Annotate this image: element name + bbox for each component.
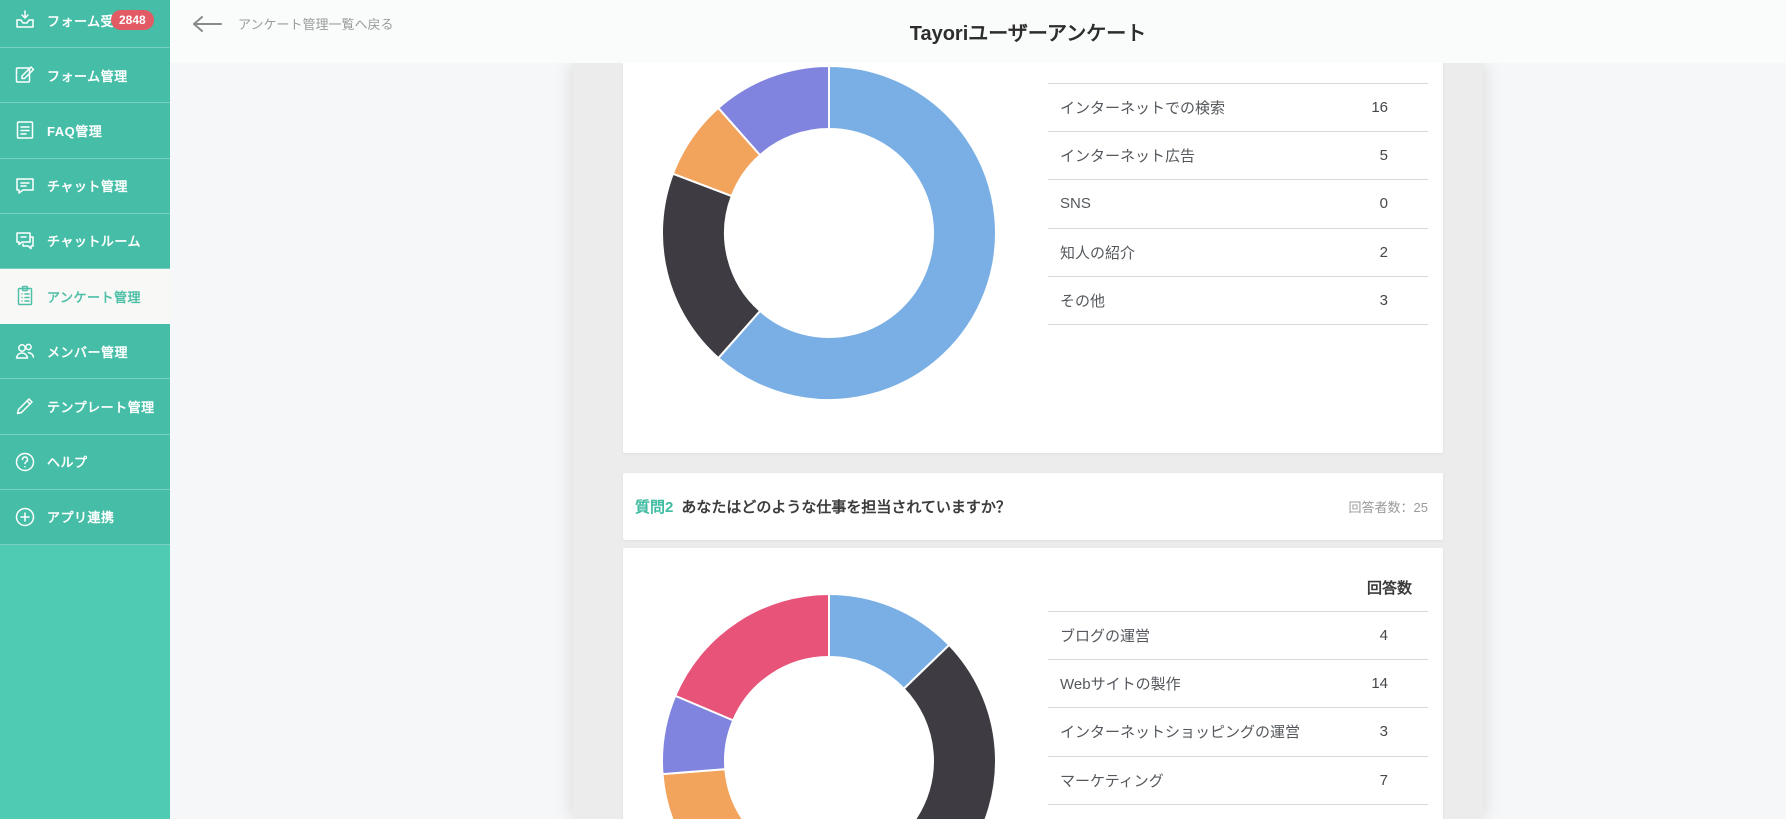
donut-chart-q2[interactable] xyxy=(661,593,997,819)
sidebar-item-label: テンプレート管理 xyxy=(47,397,155,416)
back-button[interactable]: アンケート管理一覧へ戻る xyxy=(192,14,393,33)
table-row-label: SNS xyxy=(1048,195,1366,212)
table-row: SNS0 xyxy=(1048,180,1428,228)
sidebar-item-chat-manage[interactable]: チャット管理 xyxy=(0,159,170,214)
sidebar-item-label: チャット管理 xyxy=(47,176,128,195)
back-label: アンケート管理一覧へ戻る xyxy=(238,14,393,33)
table-row-label: マーケティング xyxy=(1048,770,1366,791)
members-icon xyxy=(13,339,37,363)
table-row-label: インターネットでの検索 xyxy=(1048,97,1366,118)
card-question1-results: インターネットでの検索16インターネット広告5SNS0知人の紹介2その他3 xyxy=(623,63,1443,453)
clipboard-icon xyxy=(13,284,37,308)
table-row-value: 0 xyxy=(1366,195,1428,212)
survey-panel: インターネットでの検索16インターネット広告5SNS0知人の紹介2その他3 質問… xyxy=(573,63,1483,819)
table-row: マーケティング7 xyxy=(1048,757,1428,805)
table-row-value: 7 xyxy=(1366,772,1428,789)
sidebar-item-label: チャットルーム xyxy=(47,231,141,250)
answers-table-q1: インターネットでの検索16インターネット広告5SNS0知人の紹介2その他3 xyxy=(1048,83,1428,325)
table-row: その他3 xyxy=(1048,277,1428,325)
back-arrow-icon xyxy=(192,15,222,33)
chat-rooms-icon xyxy=(13,229,37,253)
answers-table-q2: 回答数 ブログの運営4Webサイトの製作14インターネットショッピングの運営3マ… xyxy=(1048,563,1428,805)
sidebar-item-chat-room[interactable]: チャットルーム xyxy=(0,214,170,269)
sidebar-item-member-manage[interactable]: メンバー管理 xyxy=(0,324,170,379)
table-row-value: 3 xyxy=(1366,723,1428,740)
table-row-value: 14 xyxy=(1366,675,1428,692)
sidebar-item-label: ヘルプ xyxy=(47,452,88,471)
table-row-value: 4 xyxy=(1366,627,1428,644)
table-row-value: 2 xyxy=(1366,244,1428,261)
sidebar-item-help[interactable]: ヘルプ xyxy=(0,435,170,490)
card-question2-header: 質問2 あなたはどのような仕事を担当されていますか？ 回答者数：25 xyxy=(623,473,1443,540)
app-root: フォーム受信箱2848フォーム管理FAQ管理チャット管理チャットルームアンケート… xyxy=(0,0,1786,819)
sidebar-item-label: フォーム管理 xyxy=(47,66,128,85)
help-icon xyxy=(13,450,37,474)
table-row-label: インターネットショッピングの運営 xyxy=(1048,721,1366,742)
table-row-value: 16 xyxy=(1366,99,1428,116)
sidebar-item-app-integration[interactable]: アプリ連携 xyxy=(0,490,170,545)
sidebar-item-form-manage[interactable]: フォーム管理 xyxy=(0,48,170,103)
plus-circle-icon xyxy=(13,505,37,529)
answers-rows-q2: ブログの運営4Webサイトの製作14インターネットショッピングの運営3マーケティ… xyxy=(1048,612,1428,805)
sidebar-item-template-manage[interactable]: テンプレート管理 xyxy=(0,379,170,434)
table-row-value: 5 xyxy=(1366,147,1428,164)
header: アンケート管理一覧へ戻る Tayoriユーザーアンケート xyxy=(170,0,1786,63)
table-row: 知人の紹介2 xyxy=(1048,229,1428,277)
table-row: Webサイトの製作14 xyxy=(1048,660,1428,708)
table-row-label: その他 xyxy=(1048,290,1366,311)
pencil-icon xyxy=(13,394,37,418)
table-row: ブログの運営4 xyxy=(1048,612,1428,660)
donut-segment[interactable] xyxy=(758,645,996,819)
table-row-label: ブログの運営 xyxy=(1048,625,1366,646)
card-question2-results: 回答数 ブログの運営4Webサイトの製作14インターネットショッピングの運営3マ… xyxy=(623,548,1443,819)
sidebar-item-label: メンバー管理 xyxy=(47,342,128,361)
main-area: インターネットでの検索16インターネット広告5SNS0知人の紹介2その他3 質問… xyxy=(170,63,1786,819)
sidebar: フォーム受信箱2848 フォーム管理 FAQ管理チャット管理チャットルームアンケート… xyxy=(0,0,170,819)
table-row-value: 3 xyxy=(1366,292,1428,309)
donut-segment[interactable] xyxy=(663,769,786,819)
question-text: あなたはどのような仕事を担当されていますか？ xyxy=(681,496,1011,517)
inbox-icon xyxy=(13,8,37,32)
table-row: インターネットでの検索16 xyxy=(1048,84,1428,132)
chat-bubble-icon xyxy=(13,174,37,198)
sidebar-items: フォーム受信箱2848 フォーム管理 FAQ管理チャット管理チャットルームアンケート… xyxy=(0,0,170,545)
table-row: インターネットショッピングの運営3 xyxy=(1048,708,1428,756)
table-row: インターネット広告5 xyxy=(1048,132,1428,180)
question-number: 質問2 xyxy=(635,496,673,517)
sidebar-item-survey-manage[interactable]: アンケート管理 xyxy=(0,269,170,324)
inbox-badge: 2848 xyxy=(111,10,154,30)
page-title: Tayoriユーザーアンケート xyxy=(573,0,1483,63)
table-row-label: Webサイトの製作 xyxy=(1048,673,1366,694)
faq-doc-icon xyxy=(13,118,37,142)
table-row-label: 知人の紹介 xyxy=(1048,242,1366,263)
sidebar-item-faq-manage[interactable]: FAQ管理 xyxy=(0,103,170,158)
respondents-count: 回答者数：25 xyxy=(1349,497,1428,516)
table-row-label: インターネット広告 xyxy=(1048,145,1366,166)
sidebar-item-label: アプリ連携 xyxy=(47,507,115,526)
donut-segment[interactable] xyxy=(675,594,829,720)
sidebar-item-label: FAQ管理 xyxy=(47,121,102,140)
answers-header-q2: 回答数 xyxy=(1048,563,1428,612)
donut-chart-q1[interactable] xyxy=(661,65,997,401)
form-edit-icon xyxy=(13,63,37,87)
sidebar-item-form-inbox[interactable]: フォーム受信箱2848 xyxy=(0,0,170,48)
sidebar-item-label: アンケート管理 xyxy=(47,287,141,306)
